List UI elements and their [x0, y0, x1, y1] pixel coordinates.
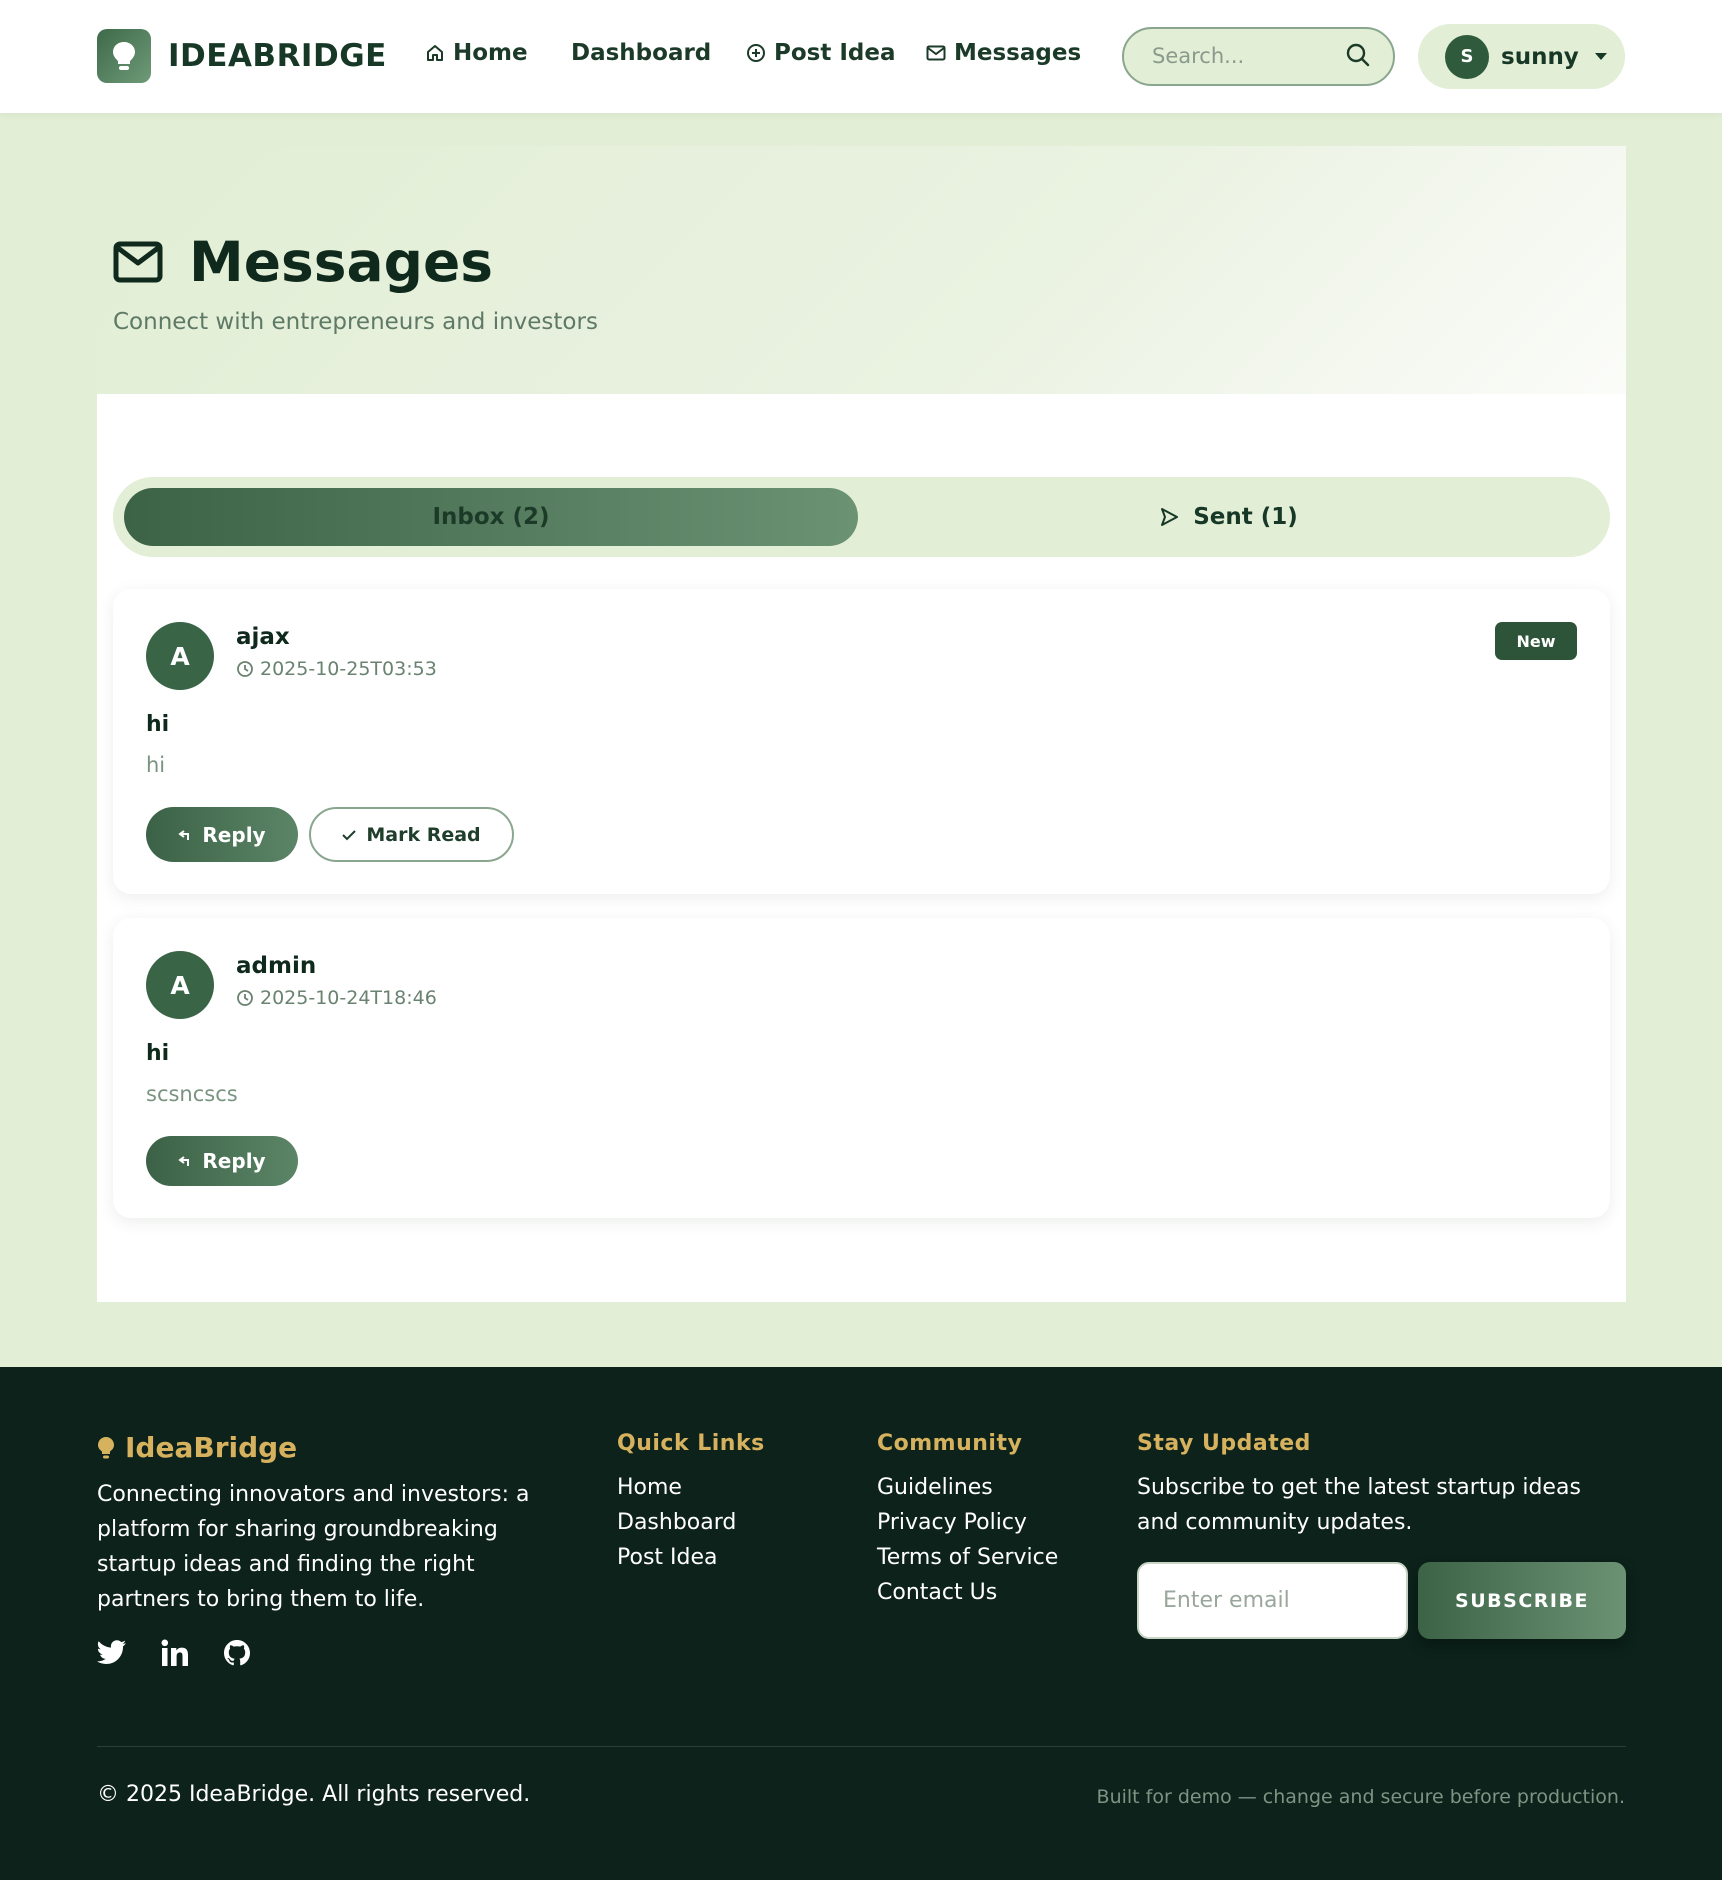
home-icon [427, 45, 443, 61]
page-title: Messages [189, 230, 494, 294]
clock-icon [237, 990, 253, 1006]
footer: IdeaBridge Connecting innovators and inv… [0, 1367, 1722, 1880]
user-menu[interactable]: S sunny [1418, 24, 1625, 89]
tab-inbox-label: Inbox (2) [432, 504, 550, 530]
footer-brand-name: IdeaBridge [125, 1431, 298, 1464]
footer-link-dashboard[interactable]: Dashboard [617, 1505, 765, 1540]
newsletter-email-input[interactable] [1163, 1588, 1383, 1613]
timestamp: 2025-10-24T18:46 [260, 987, 437, 1009]
avatar: A [146, 622, 214, 690]
clock-icon [237, 661, 253, 677]
sender-name: admin [236, 953, 317, 979]
footer-link-contact[interactable]: Contact Us [877, 1575, 1058, 1610]
send-icon [1161, 508, 1179, 526]
nav-messages-label: Messages [954, 40, 1082, 66]
message-card: A admin 2025-10-24T18:46 hi scsncscs Rep… [113, 918, 1610, 1218]
mark-read-label: Mark Read [366, 823, 481, 846]
footer-about: Connecting innovators and investors: a p… [97, 1482, 530, 1612]
messages-panel: Messages Connect with entrepreneurs and … [97, 146, 1626, 1302]
message-subject: hi [146, 712, 170, 737]
top-navbar: IDEABRIDGE Home Dashboard Post Idea Mess… [0, 0, 1722, 113]
avatar: S [1445, 34, 1489, 79]
search-icon[interactable] [1345, 42, 1371, 68]
footer-link-guidelines[interactable]: Guidelines [877, 1470, 1058, 1505]
subscribe-button[interactable]: SUBSCRIBE [1418, 1562, 1626, 1639]
reply-label: Reply [202, 1149, 266, 1173]
brand-name: IDEABRIDGE [168, 38, 387, 74]
check-icon [342, 829, 357, 840]
github-icon[interactable] [223, 1639, 251, 1667]
copyright: © 2025 IdeaBridge. All rights reserved. [97, 1782, 531, 1807]
nav-post-idea-label: Post Idea [774, 40, 896, 66]
reply-icon [178, 1156, 190, 1166]
avatar: A [146, 951, 214, 1019]
page-title-row: Messages [113, 230, 493, 294]
social-links [97, 1639, 251, 1667]
nav-messages[interactable]: Messages [926, 40, 1081, 66]
footer-link-home[interactable]: Home [617, 1470, 765, 1505]
reply-button[interactable]: Reply [146, 807, 298, 862]
reply-button[interactable]: Reply [146, 1136, 298, 1186]
message-body: scsncscs [146, 1082, 238, 1106]
nav-post-idea[interactable]: Post Idea [746, 40, 896, 66]
message-body: hi [146, 753, 166, 777]
tab-sent[interactable]: Sent (1) [858, 488, 1599, 546]
footer-quick-links: Quick Links Home Dashboard Post Idea [617, 1431, 765, 1575]
nav-home-label: Home [453, 40, 528, 66]
nav-dashboard-label: Dashboard [571, 40, 712, 66]
mail-icon [926, 45, 946, 61]
mark-read-button[interactable]: Mark Read [309, 807, 514, 862]
message-card: A ajax 2025-10-25T03:53 New hi hi Reply … [113, 589, 1610, 894]
linkedin-icon[interactable] [161, 1639, 189, 1667]
tab-inbox[interactable]: Inbox (2) [124, 488, 858, 546]
quick-links-heading: Quick Links [617, 1431, 765, 1456]
reply-icon [178, 829, 190, 840]
newsletter-heading: Stay Updated [1137, 1431, 1311, 1456]
footer-community: Community Guidelines Privacy Policy Term… [877, 1431, 1058, 1610]
search-input[interactable] [1152, 44, 1342, 68]
newsletter-text: Subscribe to get the latest startup idea… [1137, 1475, 1581, 1535]
sender-name: ajax [236, 624, 290, 650]
username: sunny [1501, 43, 1579, 70]
footer-divider [97, 1746, 1626, 1747]
footer-newsletter: Stay Updated Subscribe to get the latest… [1137, 1431, 1607, 1540]
community-heading: Community [877, 1431, 1023, 1456]
lightbulb-icon [98, 1436, 114, 1458]
message-subject: hi [146, 1041, 170, 1066]
page-subtitle: Connect with entrepreneurs and investors [113, 309, 598, 335]
twitter-icon[interactable] [97, 1640, 127, 1666]
reply-label: Reply [202, 822, 266, 847]
page-header: Messages Connect with entrepreneurs and … [97, 146, 1626, 394]
newsletter-email-box [1137, 1562, 1408, 1639]
footer-link-post-idea[interactable]: Post Idea [617, 1540, 765, 1575]
nav-home[interactable]: Home [425, 40, 528, 66]
caret-down-icon [1594, 53, 1607, 60]
search-box [1122, 27, 1395, 86]
timestamp: 2025-10-25T03:53 [260, 658, 437, 680]
demo-note: Built for demo — change and secure befor… [1096, 1786, 1625, 1808]
mail-icon [113, 241, 163, 283]
plus-circle-icon [747, 44, 765, 62]
footer-link-terms[interactable]: Terms of Service [877, 1540, 1058, 1575]
tab-sent-label: Sent (1) [1193, 504, 1298, 530]
nav-dashboard[interactable]: Dashboard [571, 40, 711, 66]
message-time: 2025-10-24T18:46 [236, 987, 437, 1009]
message-time: 2025-10-25T03:53 [236, 658, 437, 680]
footer-link-privacy[interactable]: Privacy Policy [877, 1505, 1058, 1540]
brand[interactable]: IDEABRIDGE [97, 29, 387, 83]
footer-brand: IdeaBridge [97, 1431, 297, 1464]
lightbulb-icon [97, 29, 151, 83]
message-tabs: Inbox (2) Sent (1) [113, 477, 1610, 557]
new-badge: New [1495, 622, 1577, 660]
